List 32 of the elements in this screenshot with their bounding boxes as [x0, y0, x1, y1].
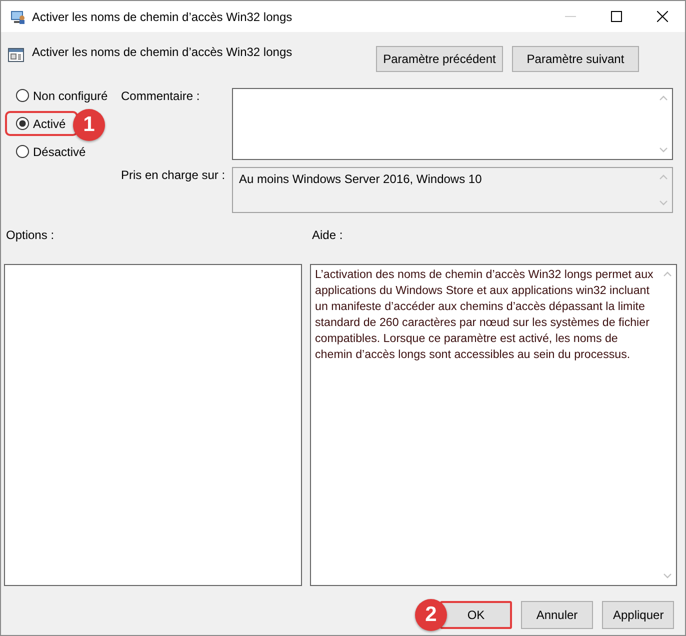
- dialog-button[interactable]: Annuler: [521, 601, 593, 629]
- policy-icon: [8, 47, 24, 63]
- computer-icon: [10, 8, 26, 24]
- supported-on-field: Au moins Windows Server 2016, Windows 10: [232, 167, 673, 213]
- nav-button[interactable]: Paramètre suivant: [512, 46, 639, 72]
- help-text: L’activation des noms de chemin d’accès Win32 longs permet aux applications du Windows Store et aux applications win32 incluant un manifeste d’accéder aux chemins d’accès dépassant la limite standard de 260 caractères par nœud sur les systèmes de fichier compatibles. Lorsque ce paramètre est activé, les noms de chemin d’accès longs sont accessibles au sein du processus.: [314, 267, 654, 363]
- section-label: Aide :: [312, 228, 343, 244]
- window-title: Activer les noms de chemin d’accès Win32 longs: [32, 10, 294, 24]
- radio-label: Activé: [33, 116, 66, 130]
- step-badge: 1: [73, 109, 105, 141]
- dialog-button[interactable]: OK: [440, 601, 512, 629]
- section-label: Options :: [6, 228, 56, 244]
- scroll-down-icon[interactable]: [659, 147, 668, 153]
- dialog-button[interactable]: Appliquer: [602, 601, 674, 629]
- scroll-down-icon[interactable]: [663, 573, 672, 579]
- field-label: Commentaire :: [121, 88, 201, 105]
- scroll-up-icon[interactable]: [659, 174, 668, 180]
- radio-button[interactable]: [16, 117, 29, 130]
- scroll-down-icon[interactable]: [659, 200, 668, 206]
- policy-title: Activer les noms de chemin d’accès Win32 longs: [32, 45, 294, 59]
- radio-button[interactable]: [16, 89, 29, 102]
- radio-button[interactable]: [16, 145, 29, 158]
- nav-button[interactable]: Paramètre précédent: [376, 46, 503, 72]
- step-badge: 2: [415, 599, 447, 631]
- scroll-up-icon[interactable]: [663, 271, 672, 277]
- maximize-icon[interactable]: [610, 11, 622, 22]
- field-label: Pris en charge sur :: [121, 167, 226, 184]
- radio-label: Non configuré: [33, 88, 108, 102]
- radio-label: Désactivé: [33, 144, 86, 158]
- close-icon[interactable]: [656, 11, 668, 22]
- comment-field[interactable]: [232, 88, 673, 160]
- scroll-up-icon[interactable]: [659, 95, 668, 101]
